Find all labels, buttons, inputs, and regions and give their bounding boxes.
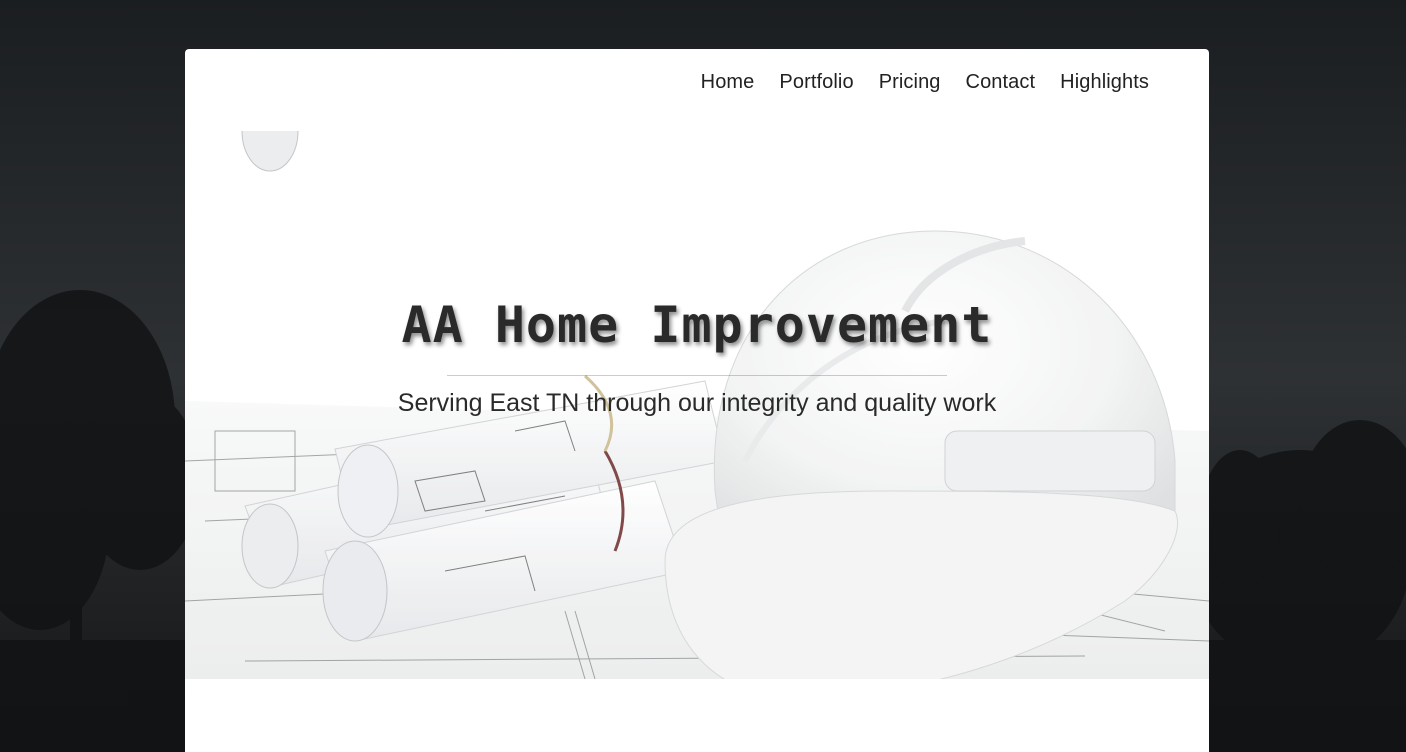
nav-highlights-link[interactable]: Highlights xyxy=(1060,71,1149,94)
nav-portfolio-link[interactable]: Portfolio xyxy=(779,71,853,94)
nav-home-link[interactable]: Home xyxy=(701,71,755,94)
hero-subtitle: Serving East TN through our integrity an… xyxy=(397,389,997,417)
hero-title: AA Home Improvement xyxy=(401,296,993,354)
hero-banner: AA Home Improvement Serving East TN thro… xyxy=(185,131,1209,679)
nav-contact-link[interactable]: Contact xyxy=(966,71,1036,94)
nav-pricing-link[interactable]: Pricing xyxy=(879,71,941,94)
main-card: Home Portfolio Pricing Contact Highlight… xyxy=(185,49,1209,752)
hero-divider xyxy=(447,375,947,376)
main-nav: Home Portfolio Pricing Contact Highlight… xyxy=(676,71,1149,94)
